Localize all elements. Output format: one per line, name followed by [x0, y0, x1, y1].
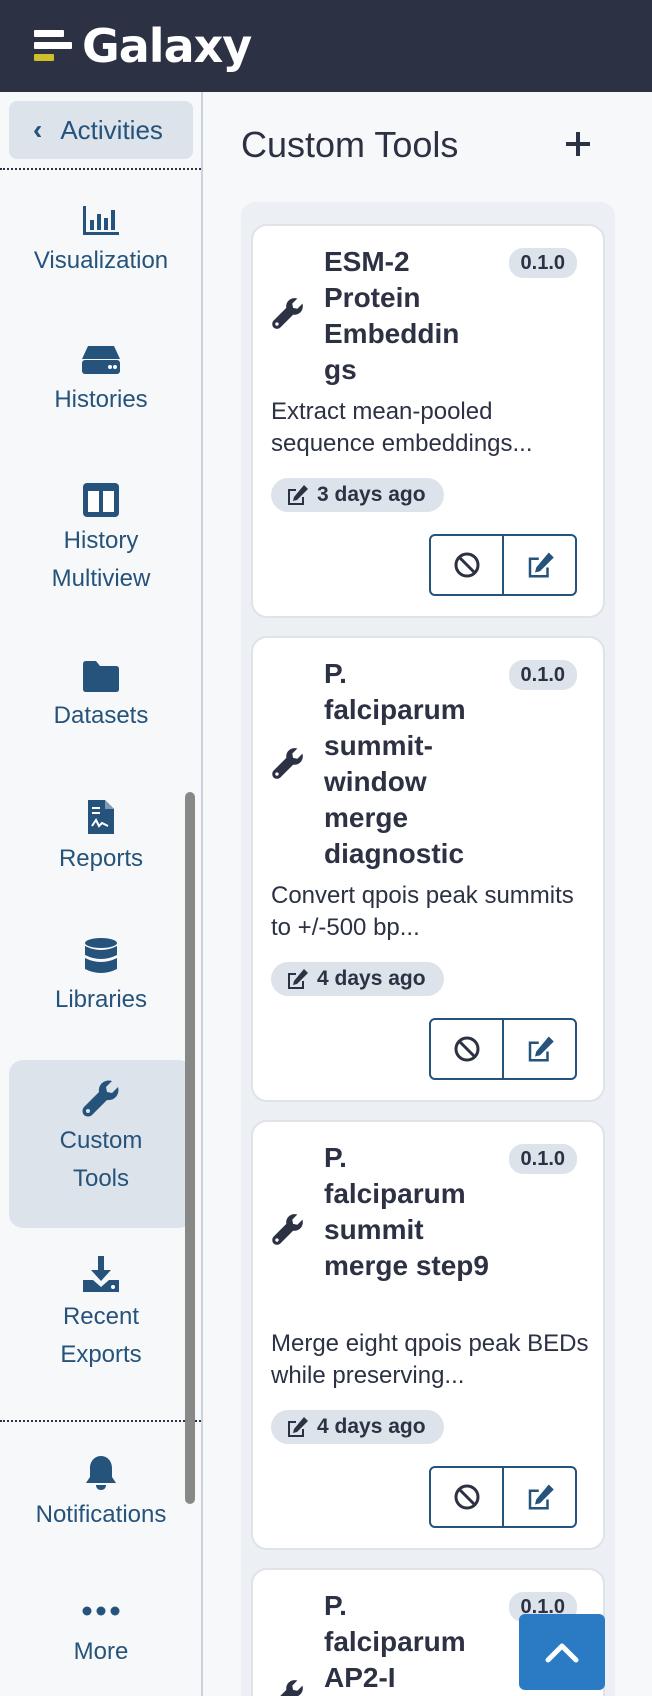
galaxy-logo-icon — [34, 28, 74, 64]
activity-label: Datasets — [53, 702, 149, 729]
updated-text: 4 days ago — [317, 967, 426, 990]
chevron-left-icon: ‹ — [33, 114, 43, 145]
hdd-icon — [82, 346, 120, 374]
wrench-icon — [272, 298, 303, 329]
tool-card[interactable]: ESM-2 Protein Embeddin gs 0.1.0 Extract … — [251, 224, 605, 618]
activities-back-button[interactable]: ‹ Activities — [9, 101, 193, 159]
activity-label: History Multiview — [51, 527, 151, 592]
disable-tool-button[interactable] — [431, 1468, 502, 1526]
masthead: Galaxy — [0, 0, 652, 92]
edit-icon — [288, 969, 308, 989]
divider — [0, 1420, 201, 1422]
tool-description: Convert qpois peak summits to +/-500 bp.… — [271, 882, 574, 941]
activity-label: Recent Exports — [60, 1303, 142, 1368]
activity-notifications[interactable]: Notifications — [9, 1454, 193, 1534]
wrench-icon — [82, 1080, 119, 1117]
database-icon — [85, 938, 117, 973]
activity-label: Notifications — [35, 1501, 167, 1528]
activity-bar: ‹ Activities Visualization Histories His… — [0, 92, 203, 1696]
activity-custom-tools[interactable]: Custom Tools — [9, 1060, 193, 1228]
tool-name[interactable]: P. falciparum summit merge step9 — [324, 1140, 494, 1284]
updated-text: 3 days ago — [317, 483, 426, 506]
edit-icon — [288, 485, 308, 505]
activity-history-multiview[interactable]: History Multiview — [9, 482, 193, 598]
tool-description: Extract mean-pooled sequence embeddings.… — [271, 398, 533, 457]
galaxy-logo[interactable]: Galaxy — [34, 19, 252, 73]
tool-name[interactable]: ESM-2 Protein Embeddin gs — [324, 244, 494, 388]
activity-visualization[interactable]: Visualization — [9, 204, 193, 280]
version-badge: 0.1.0 — [508, 248, 577, 278]
wrench-icon — [272, 748, 303, 779]
activity-libraries[interactable]: Libraries — [9, 937, 193, 1019]
chevron-up-icon — [545, 1643, 579, 1663]
activity-recent-exports[interactable]: Recent Exports — [9, 1254, 193, 1374]
activity-bar-scrollbar[interactable] — [185, 792, 195, 1504]
ban-icon — [454, 1484, 479, 1510]
columns-icon — [83, 483, 119, 517]
activities-back-label: Activities — [60, 114, 163, 145]
tool-actions — [429, 534, 577, 596]
edit-tool-button[interactable] — [502, 1020, 575, 1078]
tool-description: Merge eight qpois peak BEDs while preser… — [271, 1330, 589, 1389]
edit-icon — [528, 1036, 554, 1062]
scroll-to-top-button[interactable] — [519, 1614, 605, 1690]
edit-icon — [528, 552, 554, 578]
bell-icon — [86, 1456, 116, 1490]
edit-tool-button[interactable] — [502, 536, 575, 594]
brand-name: Galaxy — [82, 19, 252, 73]
ban-icon — [454, 552, 479, 578]
activity-label: Libraries — [54, 986, 148, 1013]
version-badge: 0.1.0 — [508, 660, 577, 690]
custom-tools-list[interactable]: ESM-2 Protein Embeddin gs 0.1.0 Extract … — [241, 202, 615, 1696]
file-export-icon — [83, 1256, 119, 1292]
updated-text: 4 days ago — [317, 1415, 426, 1438]
ban-icon — [454, 1036, 479, 1062]
disable-tool-button[interactable] — [431, 1020, 502, 1078]
updated-badge: 3 days ago — [271, 478, 444, 512]
disable-tool-button[interactable] — [431, 536, 502, 594]
edit-icon — [528, 1484, 554, 1510]
activity-datasets[interactable]: Datasets — [9, 659, 193, 735]
edit-icon — [288, 1417, 308, 1437]
edit-tool-button[interactable] — [502, 1468, 575, 1526]
wrench-icon — [272, 1214, 303, 1245]
tool-card[interactable]: P. falciparum summit-window merge diagno… — [251, 636, 605, 1102]
wrench-icon — [280, 1680, 303, 1696]
divider — [0, 168, 201, 170]
ellipsis-icon — [82, 1606, 120, 1616]
activity-label: More — [73, 1638, 129, 1665]
activity-label: Visualization — [33, 247, 169, 274]
version-badge: 0.1.0 — [508, 1144, 577, 1174]
panel-title: Custom Tools — [241, 124, 459, 165]
tool-name[interactable]: P. falciparum AP2-I — [324, 1588, 494, 1696]
activity-label: Custom Tools — [59, 1127, 143, 1192]
plus-icon — [566, 132, 590, 156]
updated-badge: 4 days ago — [271, 962, 444, 996]
activity-label: Histories — [54, 386, 148, 413]
file-contract-icon — [88, 800, 114, 834]
activity-reports[interactable]: Reports — [9, 798, 193, 878]
folder-icon — [83, 661, 119, 692]
tool-card[interactable]: P. falciparum summit merge step9 0.1.0 M… — [251, 1120, 605, 1550]
add-tool-button[interactable] — [558, 124, 598, 164]
tool-name[interactable]: P. falciparum summit-window merge diagno… — [324, 656, 494, 872]
activity-histories[interactable]: Histories — [9, 343, 193, 419]
updated-badge: 4 days ago — [271, 1410, 444, 1444]
activity-label: Reports — [58, 845, 144, 872]
tool-actions — [429, 1018, 577, 1080]
tool-actions — [429, 1466, 577, 1528]
chart-bar-icon — [83, 206, 119, 235]
activity-more[interactable]: More — [9, 1593, 193, 1671]
